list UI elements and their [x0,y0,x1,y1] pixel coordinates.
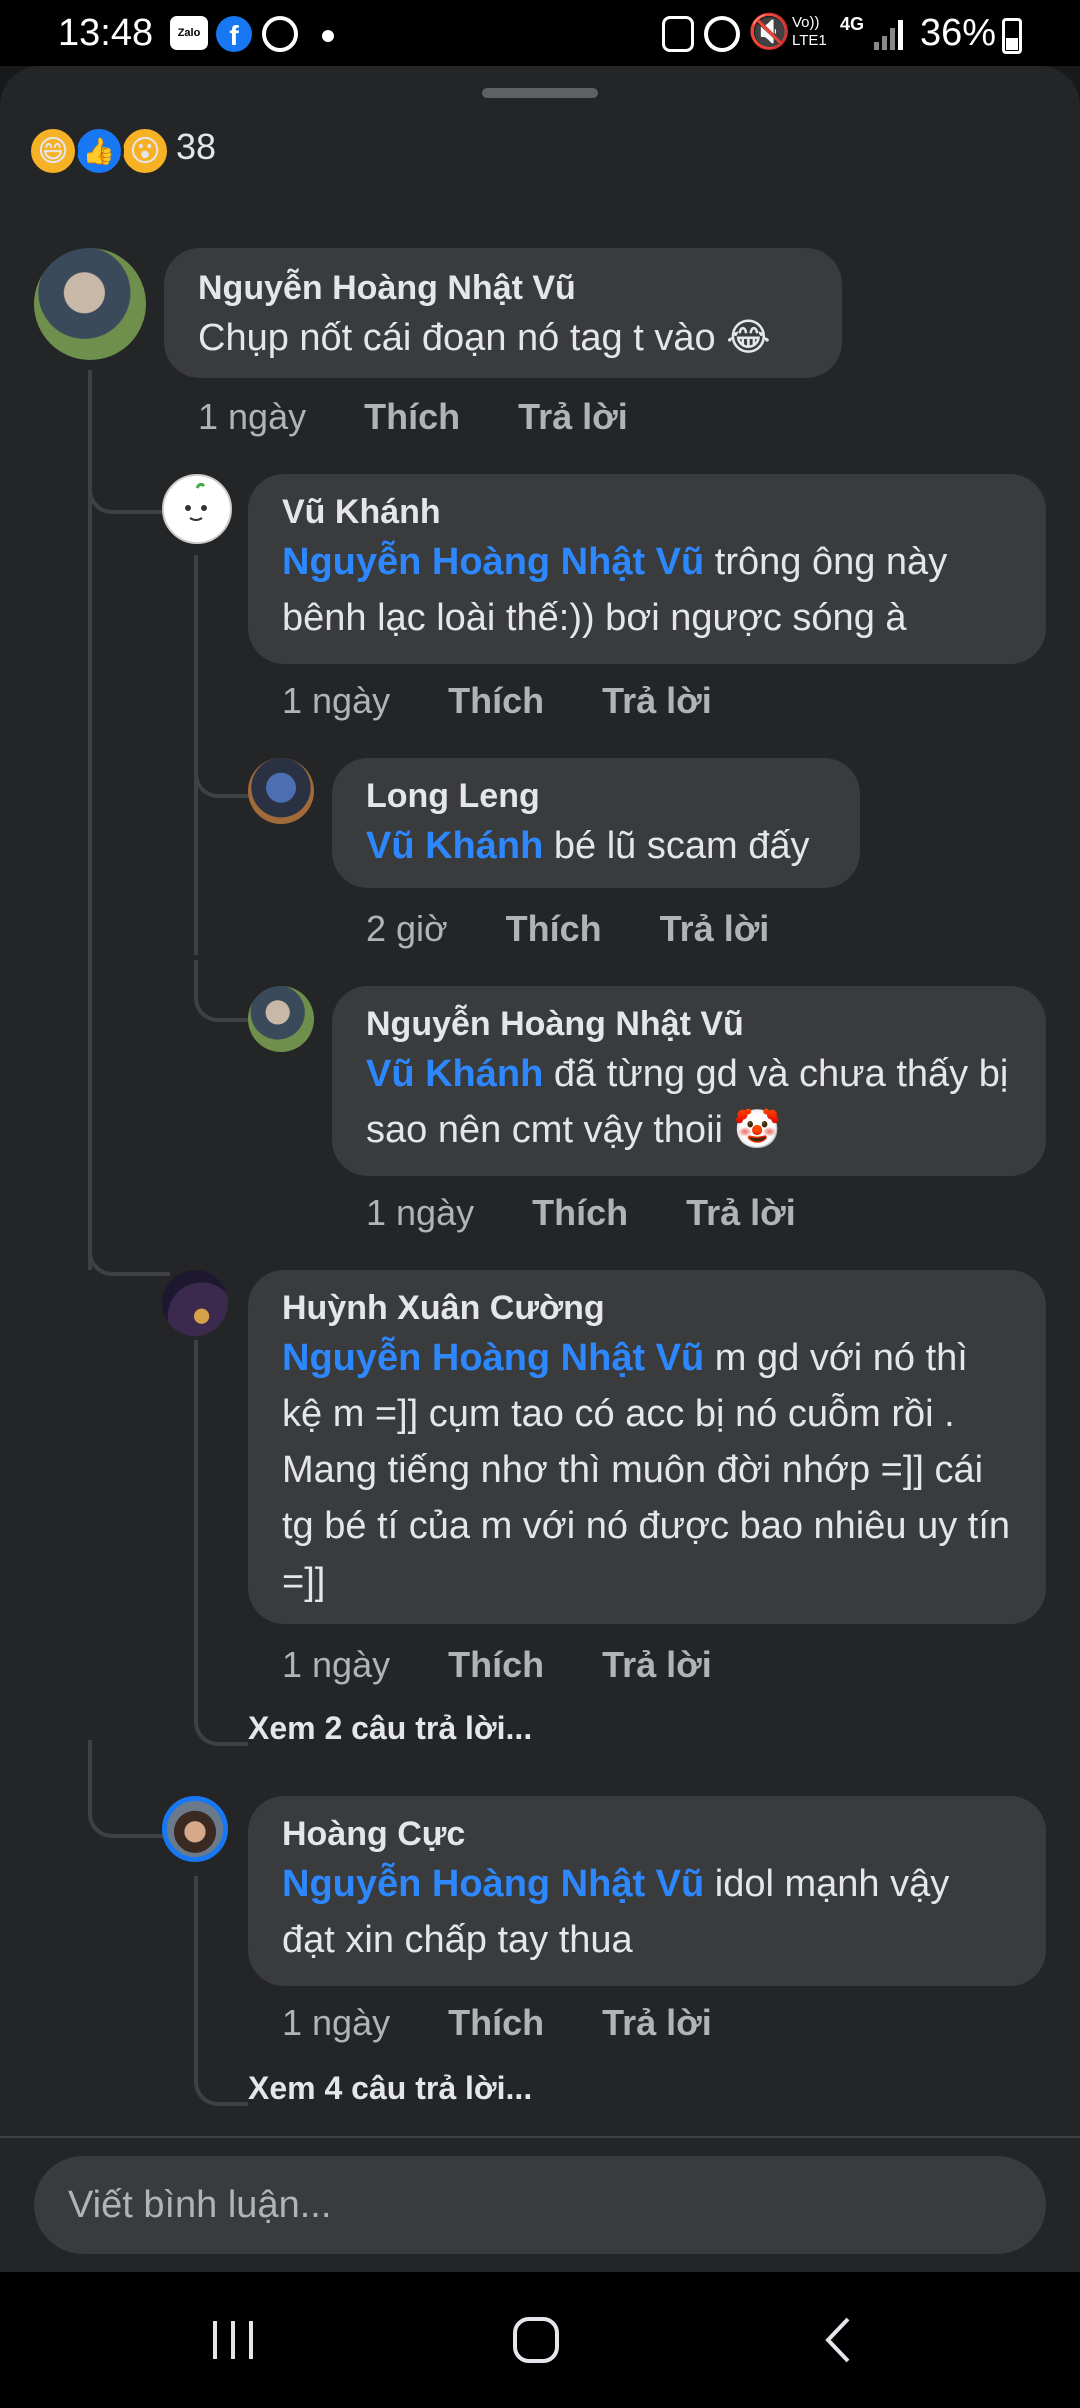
mention-link[interactable]: Nguyễn Hoàng Nhật Vũ [282,1863,704,1905]
reply-button[interactable]: Trả lời [518,396,628,438]
avatar[interactable] [162,1270,228,1336]
thread-curve [194,960,250,1022]
view-more-replies[interactable]: Xem 4 câu trả lời... [248,2070,532,2107]
thread-curve [194,1340,248,1746]
like-button[interactable]: Thích [448,1644,544,1686]
comment-author[interactable]: Nguyễn Hoàng Nhật Vũ [366,1002,1012,1046]
drag-handle[interactable] [482,88,598,98]
facebook-icon: f [216,16,252,52]
comment-time[interactable]: 1 ngày [282,1644,390,1686]
comment-text: Nguyễn Hoàng Nhật Vũ idol mạnh vậy đạt x… [282,1863,950,1961]
reply-button[interactable]: Trả lời [686,1192,796,1234]
comment-bubble: Nguyễn Hoàng Nhật Vũ Vũ Khánh đã từng gd… [332,986,1046,1176]
chrome-icon [262,16,298,52]
mention-link[interactable]: Vũ Khánh [366,1053,543,1095]
status-time: 13:48 [58,12,154,54]
signal-icon [872,16,908,52]
4g-icon: 4G [840,14,865,34]
comment-time[interactable]: 1 ngày [282,2002,390,2044]
status-bar [0,0,1080,66]
like-button[interactable]: Thích [448,2002,544,2044]
comment-time[interactable]: 1 ngày [198,396,306,438]
comment-text: Nguyễn Hoàng Nhật Vũ m gd với nó thì kệ … [282,1337,1011,1603]
recents-icon[interactable] [194,2300,274,2380]
avatar[interactable] [162,1796,228,1862]
avatar[interactable] [162,474,232,544]
mention-link[interactable]: Vũ Khánh [366,825,543,867]
reply-button[interactable]: Trả lời [602,1644,712,1686]
comment-time[interactable]: 2 giờ [366,908,448,950]
view-more-replies[interactable]: Xem 2 câu trả lời... [248,1710,532,1747]
comment-actions: 1 ngày Thích Trả lời [282,680,712,722]
reaction-count[interactable]: 38 [176,126,216,168]
comment-author[interactable]: Vũ Khánh [282,490,1012,534]
battery-percent: 36% [920,12,997,54]
like-icon: 👍 [74,126,124,176]
mute-icon: 🔇 [748,13,791,51]
comment-actions: 1 ngày Thích Trả lời [282,2002,712,2044]
comment-text: Nguyễn Hoàng Nhật Vũ trông ông này bênh … [282,541,948,639]
comment-bubble: Hoàng Cực Nguyễn Hoàng Nhật Vũ idol mạnh… [248,1796,1046,1986]
wow-icon: 😮 [120,126,170,176]
thread-line [88,370,92,1270]
haha-icon: 😄 [28,126,78,176]
like-button[interactable]: Thích [506,908,602,950]
comment-author[interactable]: Nguyễn Hoàng Nhật Vũ [198,266,808,310]
comment-input[interactable] [34,2156,1046,2254]
comment-text: Chụp nốt cái đoạn nó tag t vào 😂 [198,317,771,359]
battery-icon [1002,18,1022,54]
mention-link[interactable]: Nguyễn Hoàng Nhật Vũ [282,1337,704,1379]
recycle-icon [662,16,694,52]
avatar[interactable] [248,986,314,1052]
comment-time[interactable]: 1 ngày [282,680,390,722]
comment-author[interactable]: Hoàng Cực [282,1812,1012,1856]
thread-curve [88,1740,170,1838]
reply-button[interactable]: Trả lời [602,2002,712,2044]
comment-actions: 2 giờ Thích Trả lời [366,908,769,950]
thread-curve [194,1876,248,2106]
comment-bubble: Huỳnh Xuân Cường Nguyễn Hoàng Nhật Vũ m … [248,1270,1046,1624]
avatar[interactable] [248,758,314,824]
comment-bubble: Vũ Khánh Nguyễn Hoàng Nhật Vũ trông ông … [248,474,1046,664]
comment-text: Vũ Khánh bé lũ scam đấy [366,825,810,867]
back-icon[interactable] [800,2300,880,2380]
comment-actions: 1 ngày Thích Trả lời [282,1644,712,1686]
like-button[interactable]: Thích [364,396,460,438]
zalo-icon: Zalo [170,16,208,50]
reply-button[interactable]: Trả lời [660,908,770,950]
comment-author[interactable]: Long Leng [366,774,826,818]
comment-text: Vũ Khánh đã từng gd và chưa thấy bị sao … [366,1053,1009,1151]
alarm-icon [704,16,740,52]
comment-actions: 1 ngày Thích Trả lời [198,396,628,438]
home-icon[interactable] [496,2300,576,2380]
comment-author[interactable]: Huỳnh Xuân Cường [282,1286,1012,1330]
comment-actions: 1 ngày Thích Trả lời [366,1192,796,1234]
avatar[interactable] [34,248,146,360]
mention-link[interactable]: Nguyễn Hoàng Nhật Vũ [282,541,704,583]
thread-curve [194,730,250,798]
dot-icon [322,30,334,42]
comment-bubble: Nguyễn Hoàng Nhật Vũ Chụp nốt cái đoạn n… [164,248,842,378]
comment-bubble: Long Leng Vũ Khánh bé lũ scam đấy [332,758,860,888]
volte-icon: Vo)) LTE1 [792,14,827,49]
thread-curve [88,440,170,514]
like-button[interactable]: Thích [532,1192,628,1234]
comment-time[interactable]: 1 ngày [366,1192,474,1234]
reply-button[interactable]: Trả lời [602,680,712,722]
like-button[interactable]: Thích [448,680,544,722]
thread-curve [88,1200,170,1276]
